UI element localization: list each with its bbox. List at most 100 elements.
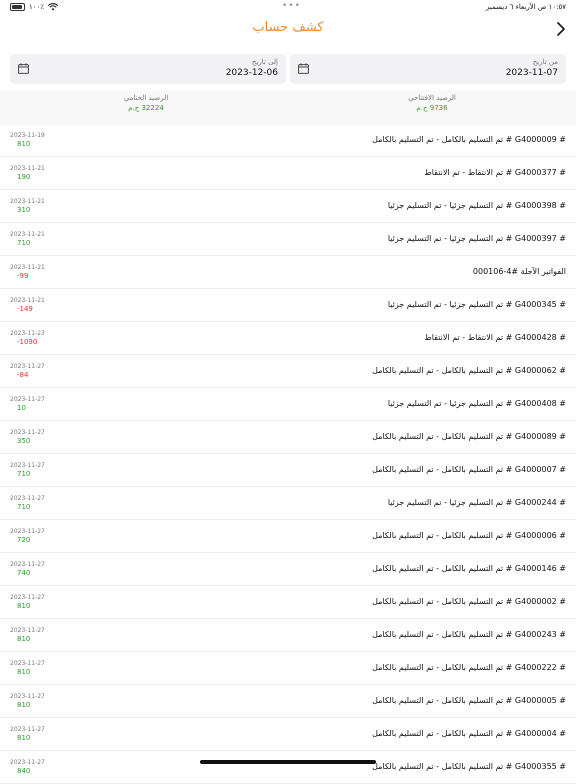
to-date-label: إلى تاريخ <box>251 58 278 66</box>
nav-header: كشف حساب <box>0 14 576 46</box>
closing-balance-label: الرصيد الختامي <box>123 94 169 102</box>
transaction-date: 2023-11-27 <box>10 462 45 469</box>
transaction-description: # G4000007 # تم التسليم بالكامل - تم الت… <box>372 465 566 474</box>
transaction-row[interactable]: # G4000006 # تم التسليم بالكامل - تم الت… <box>0 520 576 553</box>
transaction-row[interactable]: # G4000243 # تم التسليم بالكامل - تم الت… <box>0 619 576 652</box>
transaction-row[interactable]: # G4000345 # تم التسليم جزئيا - تم التسل… <box>0 289 576 322</box>
to-date-field[interactable]: إلى تاريخ 2023-12-06 <box>10 54 286 84</box>
transaction-amount: -1090 <box>17 338 38 346</box>
transaction-amount: 810 <box>17 140 31 148</box>
transaction-row[interactable]: # G4000408 # تم التسليم جزئيا - تم التسل… <box>0 388 576 421</box>
calendar-icon[interactable] <box>298 63 309 74</box>
transaction-row[interactable]: # G4000062 # تم التسليم بالكامل - تم الت… <box>0 355 576 388</box>
transaction-row[interactable]: # G4000004 # تم التسليم بالكامل - تم الت… <box>0 718 576 751</box>
transaction-description: # G4000377 # تم الانتقاط - تم الانتقاط <box>424 168 566 177</box>
transaction-amount: 810 <box>17 701 31 709</box>
transaction-amount: 310 <box>17 206 31 214</box>
calendar-icon[interactable] <box>18 63 29 74</box>
transaction-row[interactable]: # G4000222 # تم التسليم بالكامل - تم الت… <box>0 652 576 685</box>
transaction-date: 2023-11-21 <box>10 198 45 205</box>
transaction-row[interactable]: # G4000146 # تم التسليم بالكامل - تم الت… <box>0 553 576 586</box>
home-indicator[interactable] <box>200 760 376 764</box>
transaction-row[interactable]: # G4000089 # تم التسليم بالكامل - تم الت… <box>0 421 576 454</box>
transaction-amount: 740 <box>17 569 31 577</box>
transaction-date: 2023-11-21 <box>10 264 45 271</box>
transaction-amount: 190 <box>17 173 31 181</box>
battery-percent: ١٠٠٪ <box>29 3 45 11</box>
transaction-amount: 710 <box>17 470 31 478</box>
transaction-description: # G4000006 # تم التسليم بالكامل - تم الت… <box>372 531 566 540</box>
transaction-row[interactable]: # G4000007 # تم التسليم بالكامل - تم الت… <box>0 454 576 487</box>
status-bar: ١٠٠٪ ••• ١٠:٥٧ ص الأربعاء ٦ ديسمبر <box>0 0 576 14</box>
transaction-amount: 810 <box>17 635 31 643</box>
transaction-date: 2023-11-27 <box>10 528 45 535</box>
transaction-amount: 10 <box>17 404 26 412</box>
from-date-label: من تاريخ <box>532 58 558 66</box>
transaction-amount: -149 <box>17 305 33 313</box>
transaction-date: 2023-11-27 <box>10 594 45 601</box>
transaction-date: 2023-11-27 <box>10 627 45 634</box>
transaction-date: 2023-11-27 <box>10 429 45 436</box>
page-title: كشف حساب <box>252 20 324 35</box>
transaction-date: 2023-11-27 <box>10 561 45 568</box>
transaction-row[interactable]: # G4000398 # تم التسليم جزئيا - تم التسل… <box>0 190 576 223</box>
transaction-amount: -99 <box>17 272 29 280</box>
transaction-row[interactable]: # G4000005 # تم التسليم بالكامل - تم الت… <box>0 685 576 718</box>
wifi-icon <box>48 3 59 11</box>
transaction-description: # G4000397 # تم التسليم جزئيا - تم التسل… <box>387 234 566 243</box>
transaction-date: 2023-11-21 <box>10 165 45 172</box>
transaction-row[interactable]: # G4000428 # تم الانتقاط - تم الانتقاط 20… <box>0 322 576 355</box>
transaction-description: الفواتير الآجلة #4-000106 <box>472 267 566 276</box>
transaction-amount: 710 <box>17 239 31 247</box>
transaction-description: # G4000222 # تم التسليم بالكامل - تم الت… <box>372 663 566 672</box>
transaction-date: 2023-11-27 <box>10 693 45 700</box>
transaction-row[interactable]: # G4000244 # تم التسليم جزئيا - تم التسل… <box>0 487 576 520</box>
balance-summary: الرصيد الافتتاحي 9736 ج.م الرصيد الختامي… <box>0 90 576 126</box>
transaction-description: # G4000146 # تم التسليم بالكامل - تم الت… <box>372 564 566 573</box>
status-icons: ١٠٠٪ <box>10 3 59 11</box>
transaction-amount: -84 <box>17 371 29 379</box>
transaction-date: 2023-11-21 <box>10 297 45 304</box>
transaction-amount: 710 <box>17 503 31 511</box>
transaction-date: 2023-11-27 <box>10 396 45 403</box>
transactions-list[interactable]: # G4000009 # تم التسليم بالكامل - تم الت… <box>0 124 576 784</box>
transaction-description: # G4000408 # تم التسليم جزئيا - تم التسل… <box>387 399 566 408</box>
transaction-date: 2023-11-27 <box>10 363 45 370</box>
battery-icon <box>10 3 25 11</box>
from-date-value: 2023-11-07 <box>505 68 558 78</box>
transaction-description: # G4000355 # تم التسليم بالكامل - تم الت… <box>372 762 566 771</box>
opening-balance-value: 9736 ج.م <box>416 104 448 112</box>
transaction-amount: 840 <box>17 767 31 775</box>
transaction-amount: 720 <box>17 536 31 544</box>
transaction-date: 2023-11-19 <box>10 132 45 139</box>
transaction-amount: 350 <box>17 437 31 445</box>
transaction-description: # G4000005 # تم التسليم بالكامل - تم الت… <box>372 696 566 705</box>
transaction-date: 2023-11-27 <box>10 495 45 502</box>
transaction-row[interactable]: # G4000009 # تم التسليم بالكامل - تم الت… <box>0 124 576 157</box>
status-date: الأربعاء ٦ ديسمبر <box>486 3 536 11</box>
closing-balance-value: 32224 ج.م <box>128 104 164 112</box>
transaction-description: # G4000428 # تم الانتقاط - تم الانتقاط <box>424 333 566 342</box>
transaction-amount: 810 <box>17 602 31 610</box>
opening-balance-label: الرصيد الافتتاحي <box>408 94 456 102</box>
transaction-row[interactable]: # G4000002 # تم التسليم بالكامل - تم الت… <box>0 586 576 619</box>
status-time: ١٠:٥٧ ص <box>537 3 566 11</box>
transaction-description: # G4000244 # تم التسليم جزئيا - تم التسل… <box>387 498 566 507</box>
transaction-row[interactable]: # G4000377 # تم الانتقاط - تم الانتقاط 20… <box>0 157 576 190</box>
transaction-date: 2023-11-27 <box>10 759 45 766</box>
transaction-description: # G4000002 # تم التسليم بالكامل - تم الت… <box>372 597 566 606</box>
transaction-description: # G4000243 # تم التسليم بالكامل - تم الت… <box>372 630 566 639</box>
multitask-dots[interactable]: ••• <box>282 1 301 11</box>
transaction-row[interactable]: # G4000397 # تم التسليم جزئيا - تم التسل… <box>0 223 576 256</box>
to-date-value: 2023-12-06 <box>225 68 278 78</box>
transaction-row[interactable]: الفواتير الآجلة #4-000106 2023-11-21 -99 <box>0 256 576 289</box>
transaction-description: # G4000062 # تم التسليم بالكامل - تم الت… <box>372 366 566 375</box>
transaction-description: # G4000089 # تم التسليم بالكامل - تم الت… <box>372 432 566 441</box>
transaction-amount: 810 <box>17 668 31 676</box>
transaction-amount: 810 <box>17 734 31 742</box>
transaction-description: # G4000398 # تم التسليم جزئيا - تم التسل… <box>387 201 566 210</box>
from-date-field[interactable]: من تاريخ 2023-11-07 <box>290 54 566 84</box>
transaction-description: # G4000345 # تم التسليم جزئيا - تم التسل… <box>387 300 566 309</box>
transaction-date: 2023-11-27 <box>10 660 45 667</box>
opening-balance: الرصيد الافتتاحي 9736 ج.م <box>392 94 472 112</box>
